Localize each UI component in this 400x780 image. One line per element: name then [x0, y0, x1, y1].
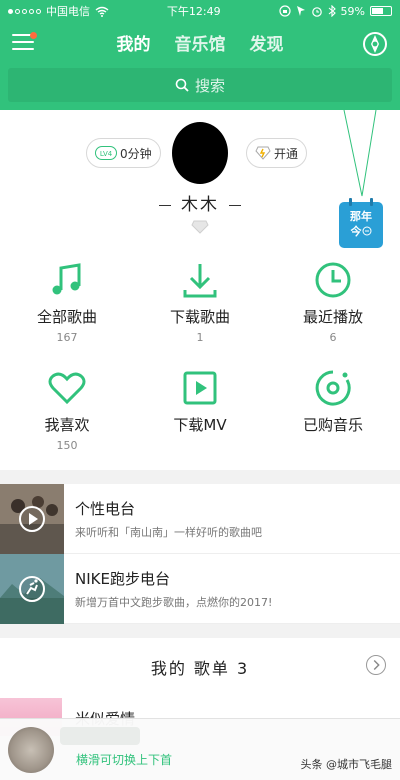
- heart-icon: [48, 372, 86, 405]
- calendar-strings: [343, 110, 377, 197]
- location-icon: [296, 6, 305, 16]
- music-note-icon: [52, 263, 81, 295]
- grid-item-downloaded-mv[interactable]: 下载MV: [133, 368, 267, 435]
- top-header: 中国电信 下午12:49 59% 我的 音乐馆 发现 搜索: [0, 0, 400, 110]
- grid-item-downloaded-songs[interactable]: 下载歌曲 1: [133, 260, 267, 344]
- mini-player[interactable]: 横滑可切换上下首 头条 @城市飞毛腿: [0, 718, 400, 780]
- play-box-icon: [183, 371, 217, 405]
- grid-label: 下载MV: [173, 416, 227, 434]
- bluetooth-icon: [328, 5, 336, 17]
- tab-music-hall[interactable]: 音乐馆: [175, 30, 226, 55]
- radio-list: 个性电台 来听听和「南山南」一样好听的歌曲吧 NIKE跑步电台 新增万首中文跑步…: [0, 484, 400, 624]
- diamond-icon: [255, 146, 271, 160]
- main-tabs: 我的 音乐馆 发现: [0, 30, 400, 55]
- search-placeholder: 搜索: [194, 76, 225, 95]
- that-year-calendar-badge[interactable]: 那年 今: [336, 196, 386, 250]
- album-disc[interactable]: [8, 727, 54, 773]
- radio-title: 个性电台: [75, 500, 136, 518]
- open-vip-label: 开通: [274, 146, 299, 161]
- grid-label: 我喜欢: [44, 416, 90, 434]
- radio-title: NIKE跑步电台: [75, 570, 170, 588]
- song-title-blurred: [60, 727, 140, 745]
- avatar[interactable]: [172, 122, 228, 184]
- signal-icon: [8, 8, 41, 14]
- grid-label: 已购音乐: [302, 416, 363, 434]
- grid-item-purchased-music[interactable]: 已购音乐: [266, 368, 400, 435]
- diamond-level-icon: [191, 220, 209, 234]
- grid-count: 150: [56, 439, 78, 452]
- grid-item-liked[interactable]: 我喜欢 150: [0, 368, 134, 452]
- calendar-line2: 今: [350, 225, 362, 238]
- my-playlists-header[interactable]: 我的 歌单 3: [0, 638, 400, 696]
- radio-subtitle: 新增万首中文跑步歌曲，点燃你的2017!: [75, 596, 273, 609]
- playlist-section-title: 我的 歌单 3: [150, 659, 250, 678]
- battery-icon: [370, 6, 392, 16]
- carrier-label: 中国电信: [46, 5, 90, 18]
- grid-count: 1: [196, 331, 204, 344]
- listen-time-label: 0分钟: [120, 146, 152, 161]
- alarm-icon: [311, 7, 322, 17]
- clock-icon: [315, 262, 351, 298]
- grid-item-all-songs[interactable]: 全部歌曲 167: [0, 260, 134, 344]
- search-bar[interactable]: 搜索: [8, 68, 392, 102]
- grid-label: 最近播放: [302, 308, 363, 326]
- song-recognition-icon[interactable]: [362, 30, 388, 58]
- swipe-hint: 横滑可切换上下首: [76, 753, 173, 767]
- grid-count: 167: [56, 331, 78, 344]
- personal-radio-thumbnail: [0, 484, 64, 554]
- radio-item-nike[interactable]: NIKE跑步电台 新增万首中文跑步歌曲，点燃你的2017!: [0, 554, 400, 624]
- search-icon: [175, 78, 189, 92]
- grid-count: 6: [329, 331, 337, 344]
- lock-rotation-icon: [278, 5, 291, 17]
- disc-icon: [315, 370, 351, 406]
- grid-item-recent-plays[interactable]: 最近播放 6: [266, 260, 400, 344]
- download-icon: [183, 264, 217, 298]
- svg-text:LV4: LV4: [100, 150, 113, 158]
- nike-radio-thumbnail: [0, 554, 64, 624]
- grid-label: 下载歌曲: [169, 308, 230, 326]
- status-bar: 中国电信 下午12:49 59%: [0, 0, 400, 22]
- minus-circle-icon: [362, 226, 371, 236]
- clock-time: 下午12:49: [166, 5, 221, 18]
- listen-time-pill[interactable]: LV4 0分钟: [86, 138, 161, 168]
- tab-mine[interactable]: 我的: [117, 30, 151, 55]
- radio-item-personal[interactable]: 个性电台 来听听和「南山南」一样好听的歌曲吧: [0, 484, 400, 554]
- open-vip-pill[interactable]: 开通: [246, 138, 308, 168]
- profile-section: LV4 0分钟 开通 木木 那年 今 全部歌曲 167 下载歌曲 1 最近播放 …: [0, 110, 400, 470]
- grid-label: 全部歌曲: [36, 308, 97, 326]
- chevron-right-icon[interactable]: [366, 655, 386, 675]
- calendar-line1: 那年: [350, 210, 372, 223]
- watermark: 头条 @城市飞毛腿: [300, 758, 393, 771]
- wifi-icon: [95, 6, 109, 17]
- tab-discover[interactable]: 发现: [250, 30, 284, 55]
- listen-level-icon: LV4: [95, 146, 117, 160]
- radio-subtitle: 来听听和「南山南」一样好听的歌曲吧: [75, 526, 262, 539]
- battery-percent: 59%: [340, 4, 365, 18]
